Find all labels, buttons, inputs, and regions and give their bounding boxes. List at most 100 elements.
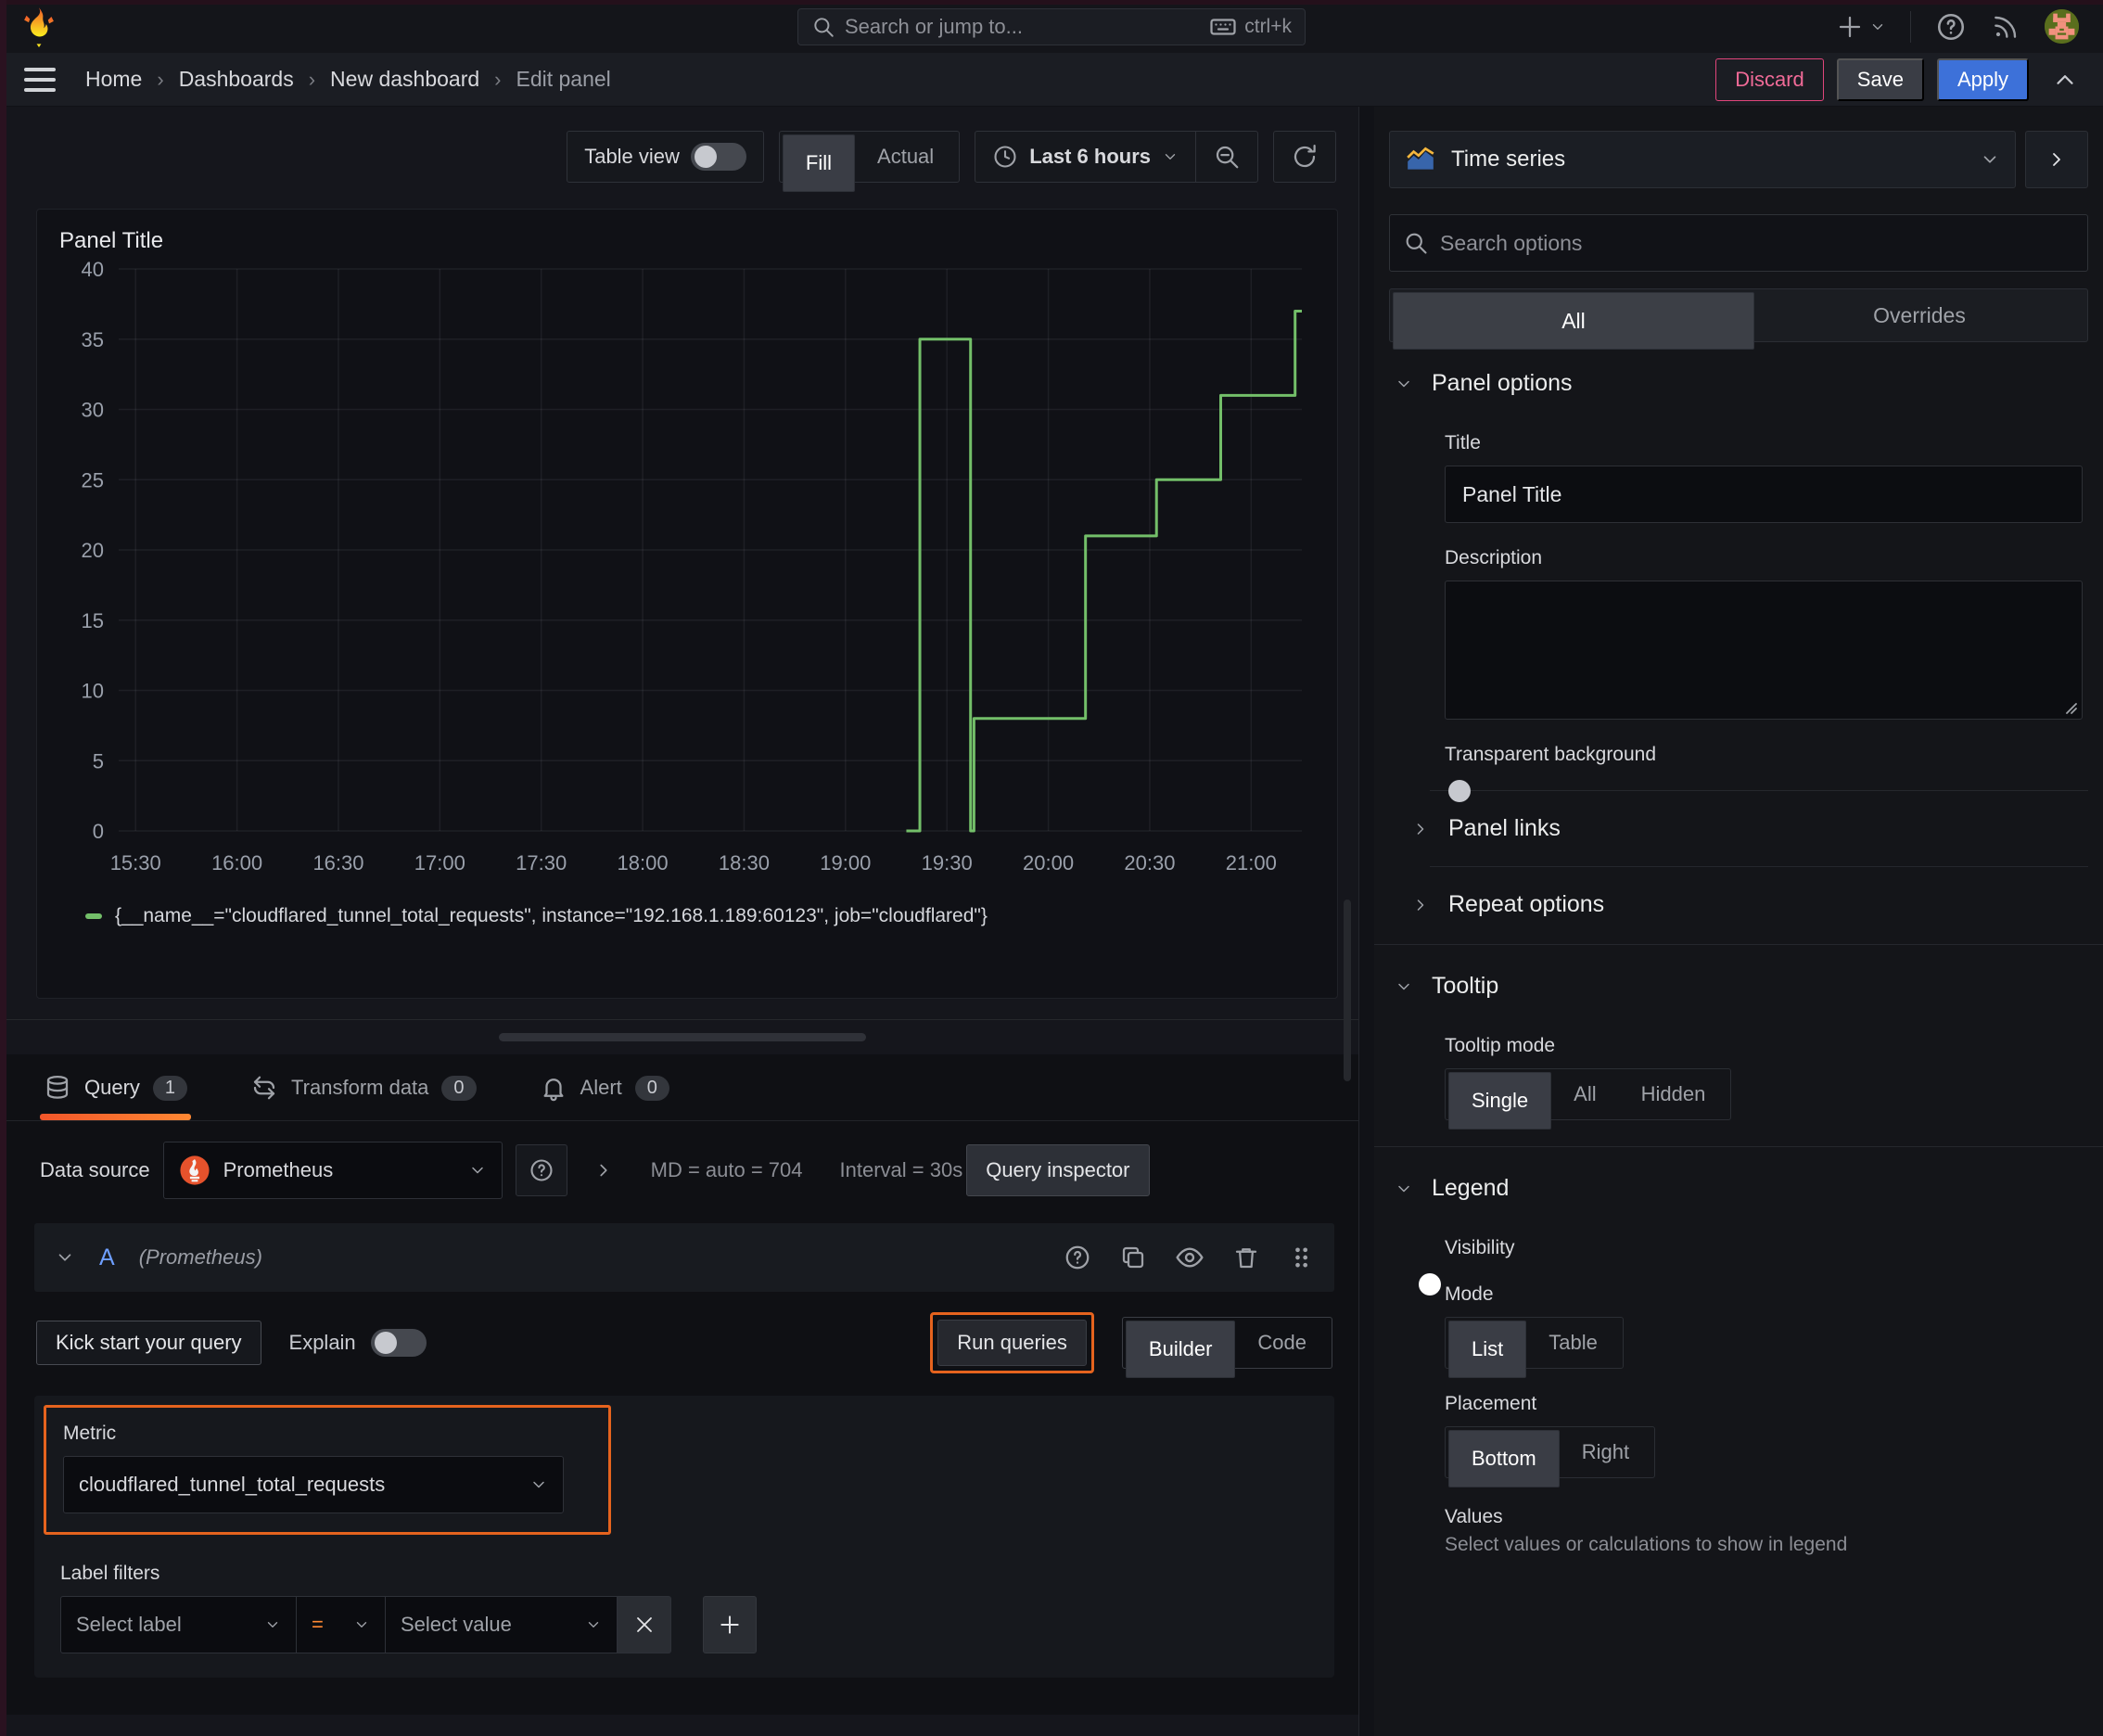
actual-option[interactable]: Actual <box>855 134 956 179</box>
search-input[interactable] <box>845 15 1201 39</box>
select-label-dropdown[interactable]: Select label <box>60 1596 297 1653</box>
svg-text:40: 40 <box>82 258 104 281</box>
refresh-button[interactable] <box>1274 132 1335 182</box>
save-button[interactable]: Save <box>1836 57 1924 101</box>
label-filters-label: Label filters <box>60 1563 160 1584</box>
title-label: Title <box>1445 432 1481 453</box>
time-series-chart[interactable]: 0 5 10 15 20 25 30 35 40 15:30 16:00 16:30 17:00 17:3… <box>52 254 1322 903</box>
query-inspector-button[interactable]: Query inspector <box>966 1144 1150 1196</box>
tab-transform-data[interactable]: Transform data 0 <box>247 1074 479 1120</box>
chevron-right-icon[interactable] <box>593 1160 614 1181</box>
description-textarea[interactable] <box>1446 581 2082 719</box>
legend-values-help: Select values or calculations to show in… <box>1445 1534 1848 1555</box>
grafana-logo[interactable] <box>20 6 57 47</box>
tooltip-mode-all[interactable]: All <box>1551 1072 1618 1117</box>
tab-query-count: 1 <box>152 1075 188 1101</box>
explain-toggle[interactable] <box>370 1329 427 1357</box>
svg-text:17:30: 17:30 <box>516 851 567 874</box>
help-icon <box>529 1157 554 1183</box>
fill-option[interactable]: Fill <box>782 134 856 192</box>
help-icon[interactable] <box>1935 11 1967 43</box>
breadcrumb-home[interactable]: Home <box>85 67 142 92</box>
legend-header[interactable]: Legend <box>1389 1147 2088 1207</box>
query-pane: Query 1 Transform data 0 Alert 0 Data so… <box>6 1054 1358 1715</box>
tab-overrides[interactable]: Overrides <box>1754 292 2084 338</box>
options-search[interactable] <box>1389 214 2088 272</box>
svg-text:30: 30 <box>82 399 104 422</box>
legend-placement-bottom[interactable]: Bottom <box>1448 1430 1560 1487</box>
add-filter-button[interactable] <box>703 1596 757 1653</box>
svg-text:20:30: 20:30 <box>1124 851 1175 874</box>
legend-mode-table[interactable]: Table <box>1526 1321 1620 1365</box>
datasource-select[interactable]: Prometheus <box>162 1142 503 1199</box>
panel-options-heading: Panel options <box>1432 370 1573 396</box>
kick-start-button[interactable]: Kick start your query <box>36 1321 261 1365</box>
visualization-select[interactable]: Time series <box>1389 131 2016 188</box>
discard-button[interactable]: Discard <box>1715 57 1824 101</box>
code-option[interactable]: Code <box>1235 1321 1329 1365</box>
operator-dropdown[interactable]: = <box>297 1596 386 1653</box>
tab-all[interactable]: All <box>1393 292 1754 350</box>
help-icon[interactable] <box>1064 1244 1091 1271</box>
metric-label: Metric <box>63 1423 117 1444</box>
run-queries-button[interactable]: Run queries <box>937 1320 1087 1366</box>
run-queries-highlight: Run queries <box>930 1312 1094 1373</box>
metric-select[interactable]: cloudflared_tunnel_total_requests <box>63 1456 564 1513</box>
splitter-drag-handle[interactable] <box>499 1033 866 1041</box>
all-overrides-segmented: All Overrides <box>1389 288 2088 350</box>
query-datasource-hint: (Prometheus) <box>138 1245 262 1269</box>
breadcrumb-new-dashboard[interactable]: New dashboard <box>330 67 479 92</box>
new-menu-button[interactable] <box>1836 13 1886 41</box>
avatar[interactable] <box>2045 9 2079 44</box>
builder-option[interactable]: Builder <box>1125 1321 1236 1378</box>
breadcrumb-dashboards[interactable]: Dashboards <box>179 67 294 92</box>
eye-icon[interactable] <box>1175 1243 1204 1272</box>
panel-options-header[interactable]: Panel options <box>1389 342 2088 402</box>
collapse-options-button[interactable] <box>2025 131 2088 188</box>
tooltip-mode-hidden[interactable]: Hidden <box>1619 1072 1728 1117</box>
global-search[interactable]: ctrl+k <box>797 8 1306 45</box>
tab-alert[interactable]: Alert 0 <box>536 1074 673 1120</box>
panel-links-header[interactable]: Panel links <box>1389 791 2088 842</box>
table-view-toggle[interactable] <box>690 143 746 171</box>
plus-icon <box>1836 13 1864 41</box>
news-rss-icon[interactable] <box>1991 12 2020 42</box>
svg-text:16:30: 16:30 <box>312 851 363 874</box>
legend-series-label[interactable]: {__name__="cloudflared_tunnel_total_requ… <box>115 905 988 927</box>
metric-highlight: Metric cloudflared_tunnel_total_requests <box>44 1405 611 1535</box>
apply-button[interactable]: Apply <box>1936 57 2029 101</box>
menu-icon[interactable] <box>24 67 56 92</box>
chevron-down-icon[interactable] <box>55 1247 75 1268</box>
chevron-up-icon[interactable] <box>2051 66 2079 94</box>
svg-text:21:00: 21:00 <box>1226 851 1277 874</box>
zoom-out-button[interactable] <box>1196 132 1257 182</box>
repeat-options-header[interactable]: Repeat options <box>1389 867 2088 918</box>
chevron-down-icon <box>1395 977 1413 996</box>
trash-icon[interactable] <box>1232 1244 1260 1271</box>
options-search-input[interactable] <box>1440 230 2074 256</box>
repeat-options-heading: Repeat options <box>1448 891 1605 917</box>
pane-divider[interactable] <box>1358 107 1359 1736</box>
duplicate-icon[interactable] <box>1119 1244 1147 1271</box>
query-row-header[interactable]: A (Prometheus) <box>34 1223 1334 1292</box>
legend-placement-right[interactable]: Right <box>1560 1430 1651 1474</box>
remove-filter-button[interactable] <box>618 1596 671 1653</box>
drag-handle-icon[interactable] <box>1288 1245 1314 1270</box>
tooltip-header[interactable]: Tooltip <box>1389 945 2088 1005</box>
description-label: Description <box>1445 547 1543 568</box>
legend-mode-list[interactable]: List <box>1448 1321 1527 1378</box>
panel-title-input[interactable] <box>1445 466 2083 523</box>
search-icon <box>1403 230 1429 256</box>
resize-grip-icon[interactable] <box>2063 700 2078 715</box>
tooltip-mode-single[interactable]: Single <box>1448 1072 1552 1130</box>
select-value-dropdown[interactable]: Select value <box>386 1596 618 1653</box>
query-card: A (Prometheus) Kick start your query Exp… <box>34 1223 1334 1678</box>
chevron-down-icon <box>585 1616 602 1633</box>
scrollbar-thumb[interactable] <box>1344 900 1351 1081</box>
panel-view-toolbar: Table view Fill Actual Last 6 hours <box>6 107 1358 192</box>
datasource-help-button[interactable] <box>515 1144 567 1196</box>
svg-text:18:30: 18:30 <box>719 851 770 874</box>
tab-query[interactable]: Query 1 <box>40 1074 192 1120</box>
time-range-picker[interactable]: Last 6 hours <box>975 132 1195 182</box>
legend-swatch <box>85 913 102 919</box>
